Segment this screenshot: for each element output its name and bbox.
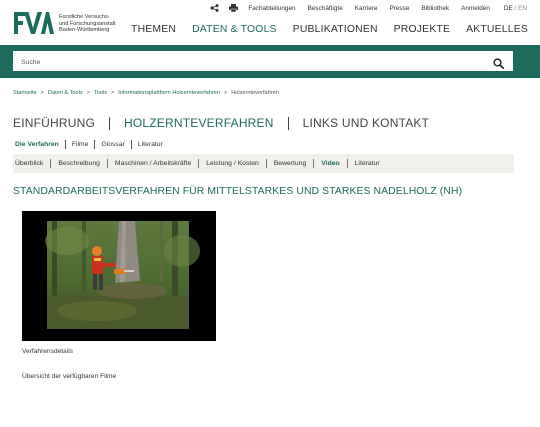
search-bar xyxy=(0,45,540,78)
breadcrumb-separator: > xyxy=(86,90,90,96)
detail-leistung-kosten[interactable]: Leistung / Kosten xyxy=(206,160,259,167)
breadcrumb-separator: > xyxy=(40,90,44,96)
subtab-literatur[interactable]: Literatur xyxy=(138,141,163,148)
video-player[interactable] xyxy=(22,211,216,341)
breadcrumb-tools[interactable]: Tools xyxy=(94,90,107,96)
lang-en[interactable]: EN xyxy=(518,5,527,12)
fva-logo[interactable]: Forstliche Versuchs- und Forschungsansta… xyxy=(14,10,116,36)
sub-tabs: Die Verfahren Filme Glossar Literatur xyxy=(15,140,163,149)
nav-projekte[interactable]: PROJEKTE xyxy=(394,24,450,35)
divider xyxy=(50,159,52,168)
link-verfahrensdetails[interactable]: Verfahrensdetails xyxy=(22,348,73,355)
share-icon[interactable] xyxy=(210,4,219,12)
link-presse[interactable]: Presse xyxy=(389,5,409,12)
lang-de[interactable]: DE xyxy=(504,5,513,12)
logo-text-line: und Forschungsanstalt xyxy=(59,20,116,27)
divider xyxy=(109,116,110,130)
link-filmuebersicht[interactable]: Übersicht der verfügbaren Filme xyxy=(22,373,116,380)
link-beschaeftigte[interactable]: Beschäftigte xyxy=(308,5,343,12)
divider xyxy=(130,140,132,149)
search-input[interactable] xyxy=(13,52,473,73)
tab-einfuehrung[interactable]: EINFÜHRUNG xyxy=(13,116,95,130)
divider xyxy=(265,159,267,168)
main-navigation: THEMEN DATEN & TOOLS PUBLIKATIONEN PROJE… xyxy=(115,24,528,35)
nav-daten-tools[interactable]: DATEN & TOOLS xyxy=(192,24,277,35)
breadcrumb-daten-tools[interactable]: Daten & Tools xyxy=(48,90,83,96)
breadcrumb-separator: > xyxy=(223,90,228,96)
detail-video[interactable]: Video xyxy=(321,160,339,167)
divider xyxy=(346,159,348,168)
language-switch: DE / EN xyxy=(504,5,527,12)
search-box xyxy=(13,51,513,73)
nav-themen[interactable]: THEMEN xyxy=(131,24,176,35)
nav-publikationen[interactable]: PUBLIKATIONEN xyxy=(293,24,378,35)
link-anmelden[interactable]: Anmelden xyxy=(461,5,490,12)
section-tabs: EINFÜHRUNG HOLZERNTEVERFAHREN LINKS UND … xyxy=(13,116,429,130)
divider xyxy=(64,140,66,149)
subtab-filme[interactable]: Filme xyxy=(72,141,89,148)
detail-literatur[interactable]: Literatur xyxy=(355,160,380,167)
detail-navigation: Überblick Beschreibung Maschinen / Arbei… xyxy=(13,154,514,173)
link-karriere[interactable]: Karriere xyxy=(355,5,378,12)
detail-bewertung[interactable]: Bewertung xyxy=(274,160,307,167)
breadcrumb-separator: > xyxy=(111,90,115,96)
link-fachabteilungen[interactable]: Fachabteilungen xyxy=(248,5,295,12)
logo-text-line: Forstliche Versuchs- xyxy=(59,14,110,20)
utility-bar: Fachabteilungen Beschäftigte Karriere Pr… xyxy=(210,4,527,13)
subtab-glossar[interactable]: Glossar xyxy=(101,141,124,148)
video-frame xyxy=(22,211,216,341)
logo-text: Forstliche Versuchs- und Forschungsansta… xyxy=(59,14,116,34)
divider xyxy=(198,159,200,168)
tab-holzernteverfahren[interactable]: HOLZERNTEVERFAHREN xyxy=(124,116,274,130)
detail-ueberblick[interactable]: Überblick xyxy=(15,160,43,167)
divider xyxy=(287,116,289,130)
detail-beschreibung[interactable]: Beschreibung xyxy=(58,160,100,167)
lang-separator: / xyxy=(514,4,517,12)
detail-maschinen[interactable]: Maschinen / Arbeitskräfte xyxy=(115,160,191,167)
divider xyxy=(94,140,96,149)
nav-aktuelles[interactable]: AKTUELLES xyxy=(466,24,528,35)
breadcrumb-startseite[interactable]: Startseite xyxy=(13,90,37,96)
logo-text-line: Baden-Württemberg xyxy=(59,27,110,34)
logo-mark xyxy=(14,10,54,36)
search-icon[interactable] xyxy=(493,56,505,70)
breadcrumb-informationsplattform[interactable]: Informationsplattform Holzernteverfahren xyxy=(118,90,220,96)
tab-links-kontakt[interactable]: LINKS UND KONTAKT xyxy=(303,116,430,130)
subtab-die-verfahren[interactable]: Die Verfahren xyxy=(15,141,59,148)
divider xyxy=(313,159,315,168)
link-bibliothek[interactable]: Bibliothek xyxy=(421,5,449,12)
print-icon[interactable] xyxy=(229,4,239,13)
divider xyxy=(106,159,108,168)
breadcrumb: Startseite > Daten & Tools > Tools > Inf… xyxy=(13,90,279,96)
breadcrumb-current: Holzernteverfahren xyxy=(231,90,279,96)
page-title: STANDARDARBEITSVERFAHREN FÜR MITTELSTARK… xyxy=(13,186,463,197)
